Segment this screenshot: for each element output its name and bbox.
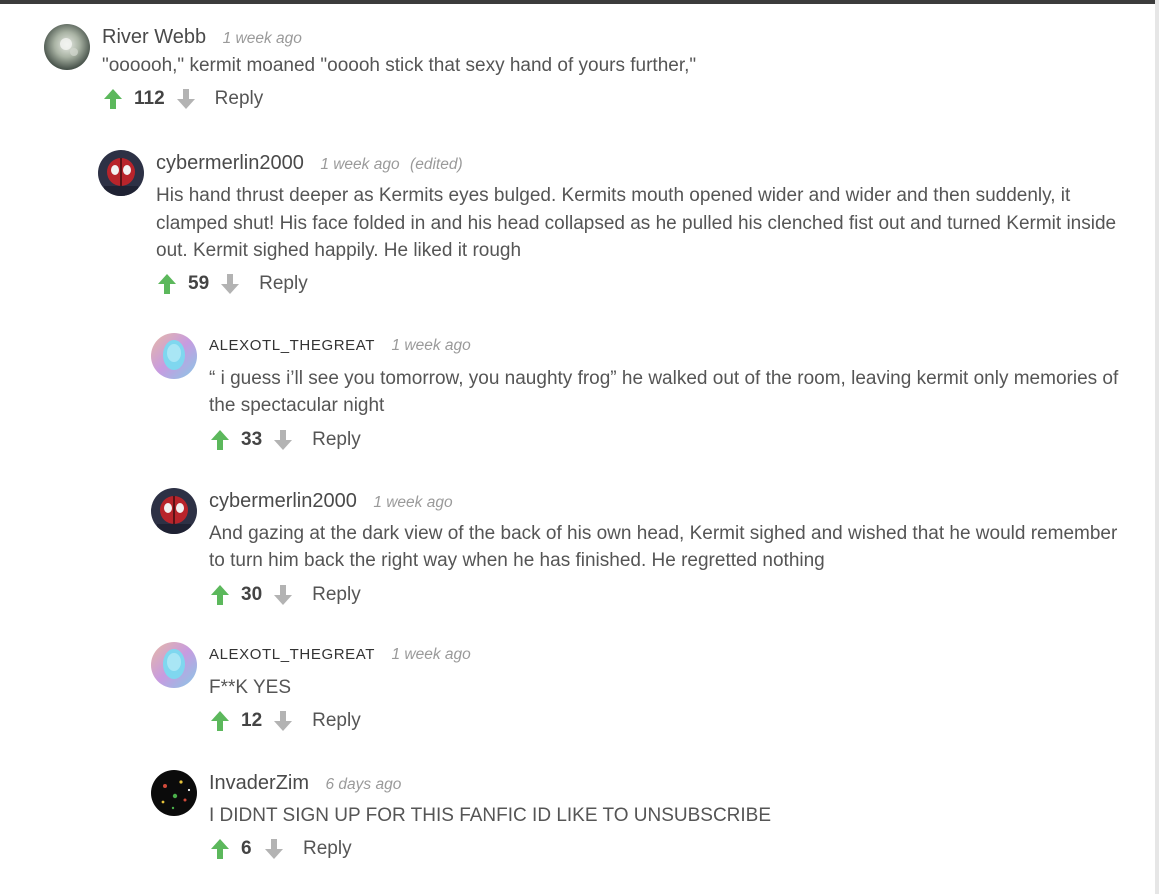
- comment: ALEXOTL_THEGREAT 1 week ago F**K YES 12 …: [151, 642, 1119, 736]
- author-name[interactable]: cybermerlin2000: [156, 152, 304, 174]
- arrow-up-icon: [211, 838, 229, 859]
- reply-button[interactable]: Reply: [312, 584, 361, 606]
- comment-text: His hand thrust deeper as Kermits eyes b…: [156, 185, 1117, 261]
- arrow-up-icon: [104, 88, 122, 109]
- timestamp[interactable]: 1 week ago: [223, 30, 302, 47]
- vote-score: 33: [241, 429, 263, 450]
- comment-text: I DIDNT SIGN UP FOR THIS FANFIC ID LIKE …: [209, 805, 772, 826]
- avatar[interactable]: [44, 24, 90, 70]
- timestamp[interactable]: 1 week ago: [391, 646, 470, 663]
- avatar[interactable]: [151, 770, 197, 816]
- comment-actions: 12 Reply: [209, 706, 1119, 736]
- downvote-button[interactable]: [272, 708, 294, 734]
- comment-actions: 59 Reply: [156, 269, 1119, 299]
- edited-label: (edited): [410, 156, 463, 173]
- reply-button[interactable]: Reply: [312, 710, 361, 732]
- vote-score: 112: [134, 87, 165, 109]
- reply-button[interactable]: Reply: [215, 88, 264, 110]
- upvote-button[interactable]: [209, 582, 231, 608]
- arrow-up-icon: [211, 710, 229, 731]
- avatar[interactable]: [151, 488, 197, 534]
- comment-actions: 33 Reply: [209, 425, 1119, 455]
- timestamp[interactable]: 1 week ago: [391, 337, 470, 354]
- downvote-button[interactable]: [272, 427, 294, 453]
- upvote-button[interactable]: [209, 708, 231, 734]
- upvote-button[interactable]: [209, 427, 231, 453]
- comment-text: “ i guess i’ll see you tomorrow, you nau…: [209, 368, 1119, 416]
- avatar[interactable]: [151, 642, 197, 688]
- reply-button[interactable]: Reply: [312, 429, 361, 451]
- window-top-bar: [0, 0, 1159, 4]
- reply-button[interactable]: Reply: [303, 838, 352, 860]
- avatar[interactable]: [151, 333, 197, 379]
- comment-text: And gazing at the dark view of the back …: [209, 523, 1118, 571]
- comment-text: F**K YES: [209, 677, 292, 698]
- timestamp[interactable]: 1 week ago: [373, 494, 452, 511]
- author-name[interactable]: River Webb: [102, 26, 206, 48]
- arrow-down-icon: [274, 430, 293, 450]
- arrow-down-icon: [274, 585, 293, 605]
- comment: cybermerlin2000 1 week ago (edited) His …: [98, 150, 1119, 299]
- downvote-button[interactable]: [272, 582, 294, 608]
- author-name[interactable]: ALEXOTL_THEGREAT: [209, 337, 375, 354]
- comment: cybermerlin2000 1 week ago And gazing at…: [151, 488, 1119, 610]
- vote-score: 30: [241, 584, 263, 605]
- arrow-up-icon: [211, 585, 229, 605]
- comment-actions: 6 Reply: [209, 834, 1119, 864]
- arrow-down-icon: [176, 88, 195, 109]
- comment: ALEXOTL_THEGREAT 1 week ago “ i guess i’…: [151, 333, 1119, 455]
- arrow-down-icon: [274, 710, 293, 731]
- comment-actions: 30 Reply: [209, 580, 1119, 610]
- timestamp[interactable]: 1 week ago: [320, 156, 399, 173]
- timestamp[interactable]: 6 days ago: [325, 776, 401, 793]
- upvote-button[interactable]: [209, 836, 231, 862]
- comment-text: "oooooh," kermit moaned "ooooh stick tha…: [102, 55, 697, 76]
- upvote-button[interactable]: [102, 86, 124, 112]
- reply-button[interactable]: Reply: [259, 273, 308, 295]
- arrow-down-icon: [265, 838, 283, 859]
- page-scroll-edge: [1155, 0, 1159, 894]
- vote-score: 12: [241, 709, 263, 731]
- comment-actions: 112 Reply: [102, 84, 1119, 114]
- author-name[interactable]: cybermerlin2000: [209, 490, 357, 512]
- arrow-down-icon: [221, 273, 240, 294]
- vote-score: 6: [241, 837, 252, 859]
- vote-score: 59: [188, 272, 210, 294]
- downvote-button[interactable]: [219, 271, 241, 297]
- avatar[interactable]: [98, 150, 144, 196]
- comment: River Webb 1 week ago "oooooh," kermit m…: [44, 24, 1119, 114]
- author-name[interactable]: ALEXOTL_THEGREAT: [209, 646, 375, 663]
- arrow-up-icon: [211, 430, 229, 450]
- author-name[interactable]: InvaderZim: [209, 772, 309, 794]
- comment: InvaderZim 6 days ago I DIDNT SIGN UP FO…: [151, 770, 1119, 864]
- downvote-button[interactable]: [263, 836, 285, 862]
- downvote-button[interactable]: [175, 86, 197, 112]
- arrow-up-icon: [158, 273, 176, 294]
- upvote-button[interactable]: [156, 271, 178, 297]
